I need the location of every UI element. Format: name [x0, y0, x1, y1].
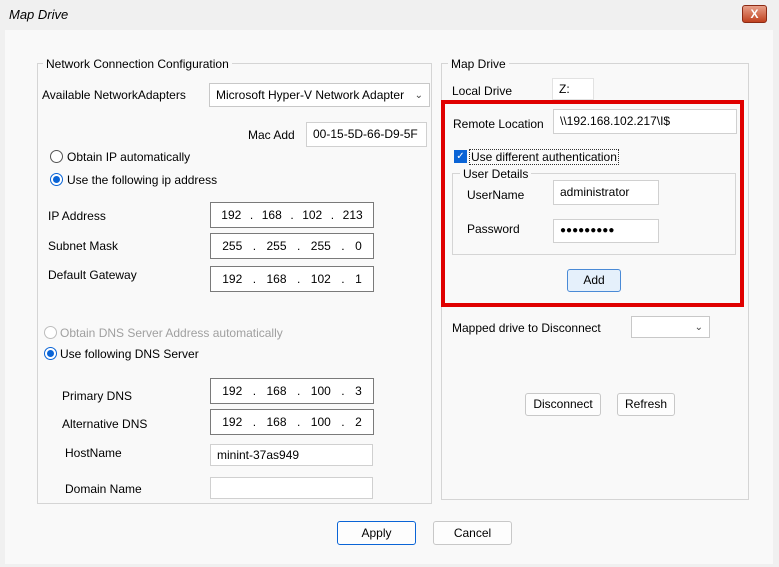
ip-octet: 168	[261, 208, 282, 222]
local-drive-label: Local Drive	[452, 84, 513, 98]
gateway-label: Default Gateway	[48, 268, 137, 282]
network-config-legend: Network Connection Configuration	[43, 57, 232, 71]
obtain-ip-radio[interactable]	[50, 150, 63, 163]
obtain-dns-label: Obtain DNS Server Address automatically	[60, 326, 283, 340]
subnet-octet: 255	[222, 239, 243, 253]
mapped-drive-select[interactable]: ⌄	[631, 316, 710, 338]
primary-dns-label: Primary DNS	[62, 389, 133, 403]
obtain-dns-radio[interactable]	[44, 326, 57, 339]
subnet-field[interactable]: 255. 255. 255. 0	[210, 233, 374, 259]
subnet-octet: 0	[355, 239, 362, 253]
ip-address-field[interactable]: 192. 168. 102. 213	[210, 202, 374, 228]
hostname-label: HostName	[65, 446, 122, 460]
alt-dns-field[interactable]: 192. 168. 100. 2	[210, 409, 374, 435]
map-drive-legend: Map Drive	[448, 57, 509, 71]
ip-address-label: IP Address	[48, 209, 106, 223]
alt-dns-octet: 168	[266, 415, 287, 429]
chevron-down-icon: ⌄	[694, 322, 703, 333]
gateway-octet: 1	[355, 272, 362, 286]
use-ip-label: Use the following ip address	[67, 173, 218, 187]
highlight-box	[441, 100, 744, 307]
primary-dns-octet: 168	[266, 384, 287, 398]
primary-dns-octet: 192	[222, 384, 243, 398]
refresh-button[interactable]: Refresh	[617, 393, 675, 416]
disconnect-button[interactable]: Disconnect	[525, 393, 601, 416]
primary-dns-octet: 100	[310, 384, 331, 398]
close-button[interactable]: X	[742, 5, 767, 23]
mac-label: Mac Add	[248, 128, 295, 142]
ip-octet: 192	[221, 208, 242, 222]
gateway-octet: 102	[310, 272, 331, 286]
adapter-select[interactable]: Microsoft Hyper-V Network Adapter ⌄	[209, 83, 430, 107]
mac-field[interactable]: 00-15-5D-66-D9-5F	[306, 122, 427, 147]
ip-octet: 213	[342, 208, 363, 222]
alt-dns-label: Alternative DNS	[62, 417, 148, 431]
subnet-octet: 255	[310, 239, 331, 253]
domain-label: Domain Name	[65, 482, 142, 496]
hostname-field[interactable]: minint-37as949	[210, 444, 373, 466]
gateway-octet: 168	[266, 272, 287, 286]
cancel-button[interactable]: Cancel	[433, 521, 512, 545]
title-bar: Map Drive X	[0, 0, 779, 29]
apply-button[interactable]: Apply	[337, 521, 416, 545]
window-title: Map Drive	[9, 7, 69, 22]
alt-dns-octet: 192	[222, 415, 243, 429]
ip-octet: 102	[302, 208, 323, 222]
subnet-label: Subnet Mask	[48, 239, 119, 253]
subnet-octet: 255	[266, 239, 287, 253]
use-dns-label: Use following DNS Server	[60, 347, 199, 361]
primary-dns-field[interactable]: 192. 168. 100. 3	[210, 378, 374, 404]
use-ip-radio[interactable]	[50, 173, 63, 186]
local-drive-field[interactable]: Z:	[552, 78, 594, 100]
domain-field[interactable]	[210, 477, 373, 499]
obtain-ip-label: Obtain IP automatically	[67, 150, 191, 164]
mapped-disconnect-label: Mapped drive to Disconnect	[452, 321, 601, 335]
alt-dns-octet: 2	[355, 415, 362, 429]
adapter-select-value: Microsoft Hyper-V Network Adapter	[216, 88, 405, 102]
gateway-octet: 192	[222, 272, 243, 286]
alt-dns-octet: 100	[310, 415, 331, 429]
use-dns-radio[interactable]	[44, 347, 57, 360]
gateway-field[interactable]: 192. 168. 102. 1	[210, 266, 374, 292]
primary-dns-octet: 3	[355, 384, 362, 398]
adapters-label: Available NetworkAdapters	[42, 88, 186, 102]
chevron-down-icon: ⌄	[414, 90, 423, 101]
close-icon: X	[750, 7, 759, 21]
